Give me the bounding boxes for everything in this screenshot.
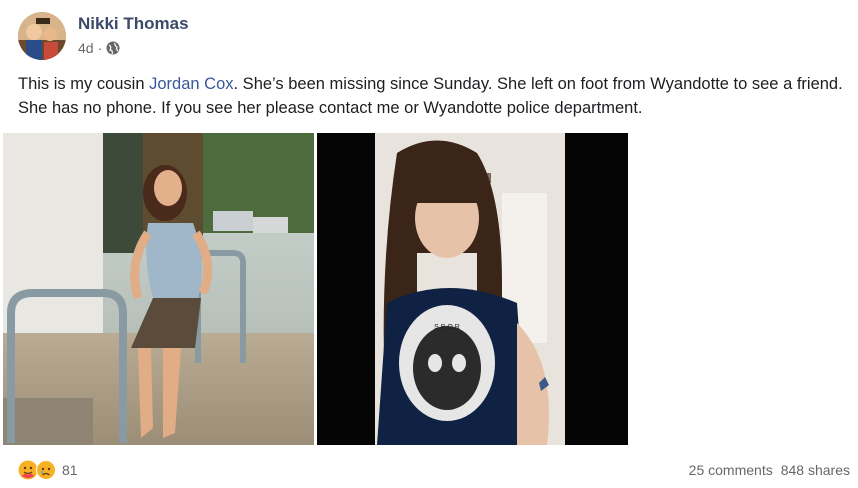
- post-meta: 4d ·: [78, 40, 120, 56]
- sad-reaction-icon: [36, 460, 56, 480]
- post-text-before-mention: This is my cousin: [18, 75, 150, 93]
- comments-count[interactable]: 25 comments: [689, 462, 773, 478]
- facebook-post: Nikki Thomas 4d · This is my cousin Jord…: [0, 0, 858, 488]
- shares-count[interactable]: 848 shares: [781, 462, 850, 478]
- reaction-summary[interactable]: 81: [18, 460, 78, 480]
- photo-2[interactable]: S.B.O.R: [317, 133, 628, 445]
- shirt-print: S.B.O.R: [434, 324, 460, 331]
- care-reaction-icon: [18, 460, 38, 480]
- meta-separator: ·: [97, 40, 103, 56]
- post-stats: 25 comments 848 shares: [689, 462, 850, 478]
- post-time[interactable]: 4d: [78, 40, 94, 56]
- author-name[interactable]: Nikki Thomas: [78, 14, 189, 34]
- reaction-count[interactable]: 81: [62, 462, 78, 478]
- photo-1[interactable]: [3, 133, 314, 445]
- globe-icon[interactable]: [106, 41, 120, 55]
- post-text: This is my cousin Jordan Cox. She’s been…: [18, 72, 848, 120]
- mention-link[interactable]: Jordan Cox: [149, 75, 233, 93]
- avatar[interactable]: [18, 12, 66, 60]
- post-footer: 81 25 comments 848 shares: [18, 458, 850, 482]
